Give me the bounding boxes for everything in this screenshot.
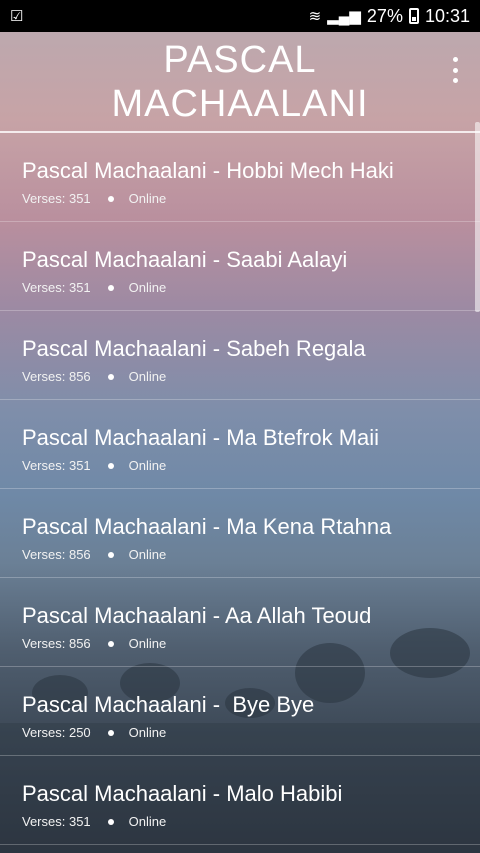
verses-count: Verses: 351	[22, 458, 91, 473]
page-title: PASCAL MACHAALANI	[111, 39, 369, 125]
separator-dot-icon	[107, 462, 114, 469]
verses-count: Verses: 351	[22, 191, 91, 206]
verses-count: Verses: 351	[22, 814, 91, 829]
status-label: Online	[128, 814, 167, 829]
scrollbar[interactable]	[475, 122, 480, 312]
app-header: PASCAL MACHAALANI	[0, 32, 480, 132]
song-meta: Verses: 351 Online	[22, 458, 480, 473]
wifi-icon: ≋	[308, 8, 322, 25]
signal-icon: ▂▄▆	[327, 8, 361, 25]
verses-count: Verses: 856	[22, 547, 91, 562]
status-label: Online	[128, 280, 167, 295]
separator-dot-icon	[107, 195, 114, 202]
list-item[interactable]: Pascal Machaalani - Sabeh Regala Verses: …	[0, 311, 480, 400]
list-item[interactable]: Pascal Machaalani - Ma Btefrok Maii Verse…	[0, 400, 480, 489]
list-item[interactable]: Pascal Machaalani - Saabi Aalayi Verses: …	[0, 222, 480, 311]
separator-dot-icon	[107, 284, 114, 291]
status-label: Online	[128, 458, 167, 473]
separator-dot-icon	[107, 551, 114, 558]
song-title: Pascal Machaalani - Hobbi Mech Haki	[22, 158, 394, 183]
song-title: Pascal Machaalani - Ma Kena Rtahna	[22, 514, 392, 539]
verses-count: Verses: 856	[22, 369, 91, 384]
status-label: Online	[128, 636, 167, 651]
song-meta: Verses: 250 Online	[22, 725, 480, 740]
song-title: Pascal Machaalani - Sabeh Regala	[22, 336, 366, 361]
overflow-menu-icon[interactable]	[452, 57, 458, 83]
checkbox-notification-icon: ☑	[10, 8, 24, 25]
list-item[interactable]: Pascal Machaalani - Ma Kena Rtahna Verses…	[0, 489, 480, 578]
status-label: Online	[128, 369, 167, 384]
song-meta: Verses: 351 Online	[22, 280, 480, 295]
song-meta: Verses: 351 Online	[22, 191, 480, 206]
list-item[interactable]: Pascal Machaalani - Hobbi Mech Haki Verse…	[0, 133, 480, 222]
status-label: Online	[128, 547, 167, 562]
list-item[interactable]: Pascal Machaalani - Aa Allah Teoud Verses…	[0, 578, 480, 667]
list-item[interactable]: Pascal Machaalani - Bye Bye Verses: 250 On…	[0, 667, 480, 756]
song-title: Pascal Machaalani - Saabi Aalayi	[22, 247, 348, 272]
song-meta: Verses: 856 Online	[22, 636, 480, 651]
song-meta: Verses: 351 Online	[22, 814, 480, 829]
song-title: Pascal Machaalani - Bye Bye	[22, 692, 315, 717]
status-label: Online	[128, 191, 167, 206]
verses-count: Verses: 250	[22, 725, 91, 740]
song-title: Pascal Machaalani - Malo Habibi	[22, 781, 343, 806]
song-title: Pascal Machaalani - Aa Allah Teoud	[22, 603, 372, 628]
verses-count: Verses: 351	[22, 280, 91, 295]
verses-count: Verses: 856	[22, 636, 91, 651]
separator-dot-icon	[107, 373, 114, 380]
clock: 10:31	[424, 5, 470, 26]
list-item[interactable]: Pascal Machaalani - Malo Habibi Verses: 3…	[0, 756, 480, 845]
status-label: Online	[128, 725, 167, 740]
song-title: Pascal Machaalani - Ma Btefrok Maii	[22, 425, 380, 450]
song-list: Pascal Machaalani - Hobbi Mech Haki Verse…	[0, 133, 480, 845]
status-bar: ☑ ≋ ▂▄▆ 27% 10:31	[0, 0, 480, 32]
song-meta: Verses: 856 Online	[22, 369, 480, 384]
separator-dot-icon	[107, 640, 114, 647]
battery-icon	[408, 8, 419, 24]
separator-dot-icon	[107, 729, 114, 736]
separator-dot-icon	[107, 818, 114, 825]
song-meta: Verses: 856 Online	[22, 547, 480, 562]
battery-percent: 27%	[366, 5, 403, 26]
